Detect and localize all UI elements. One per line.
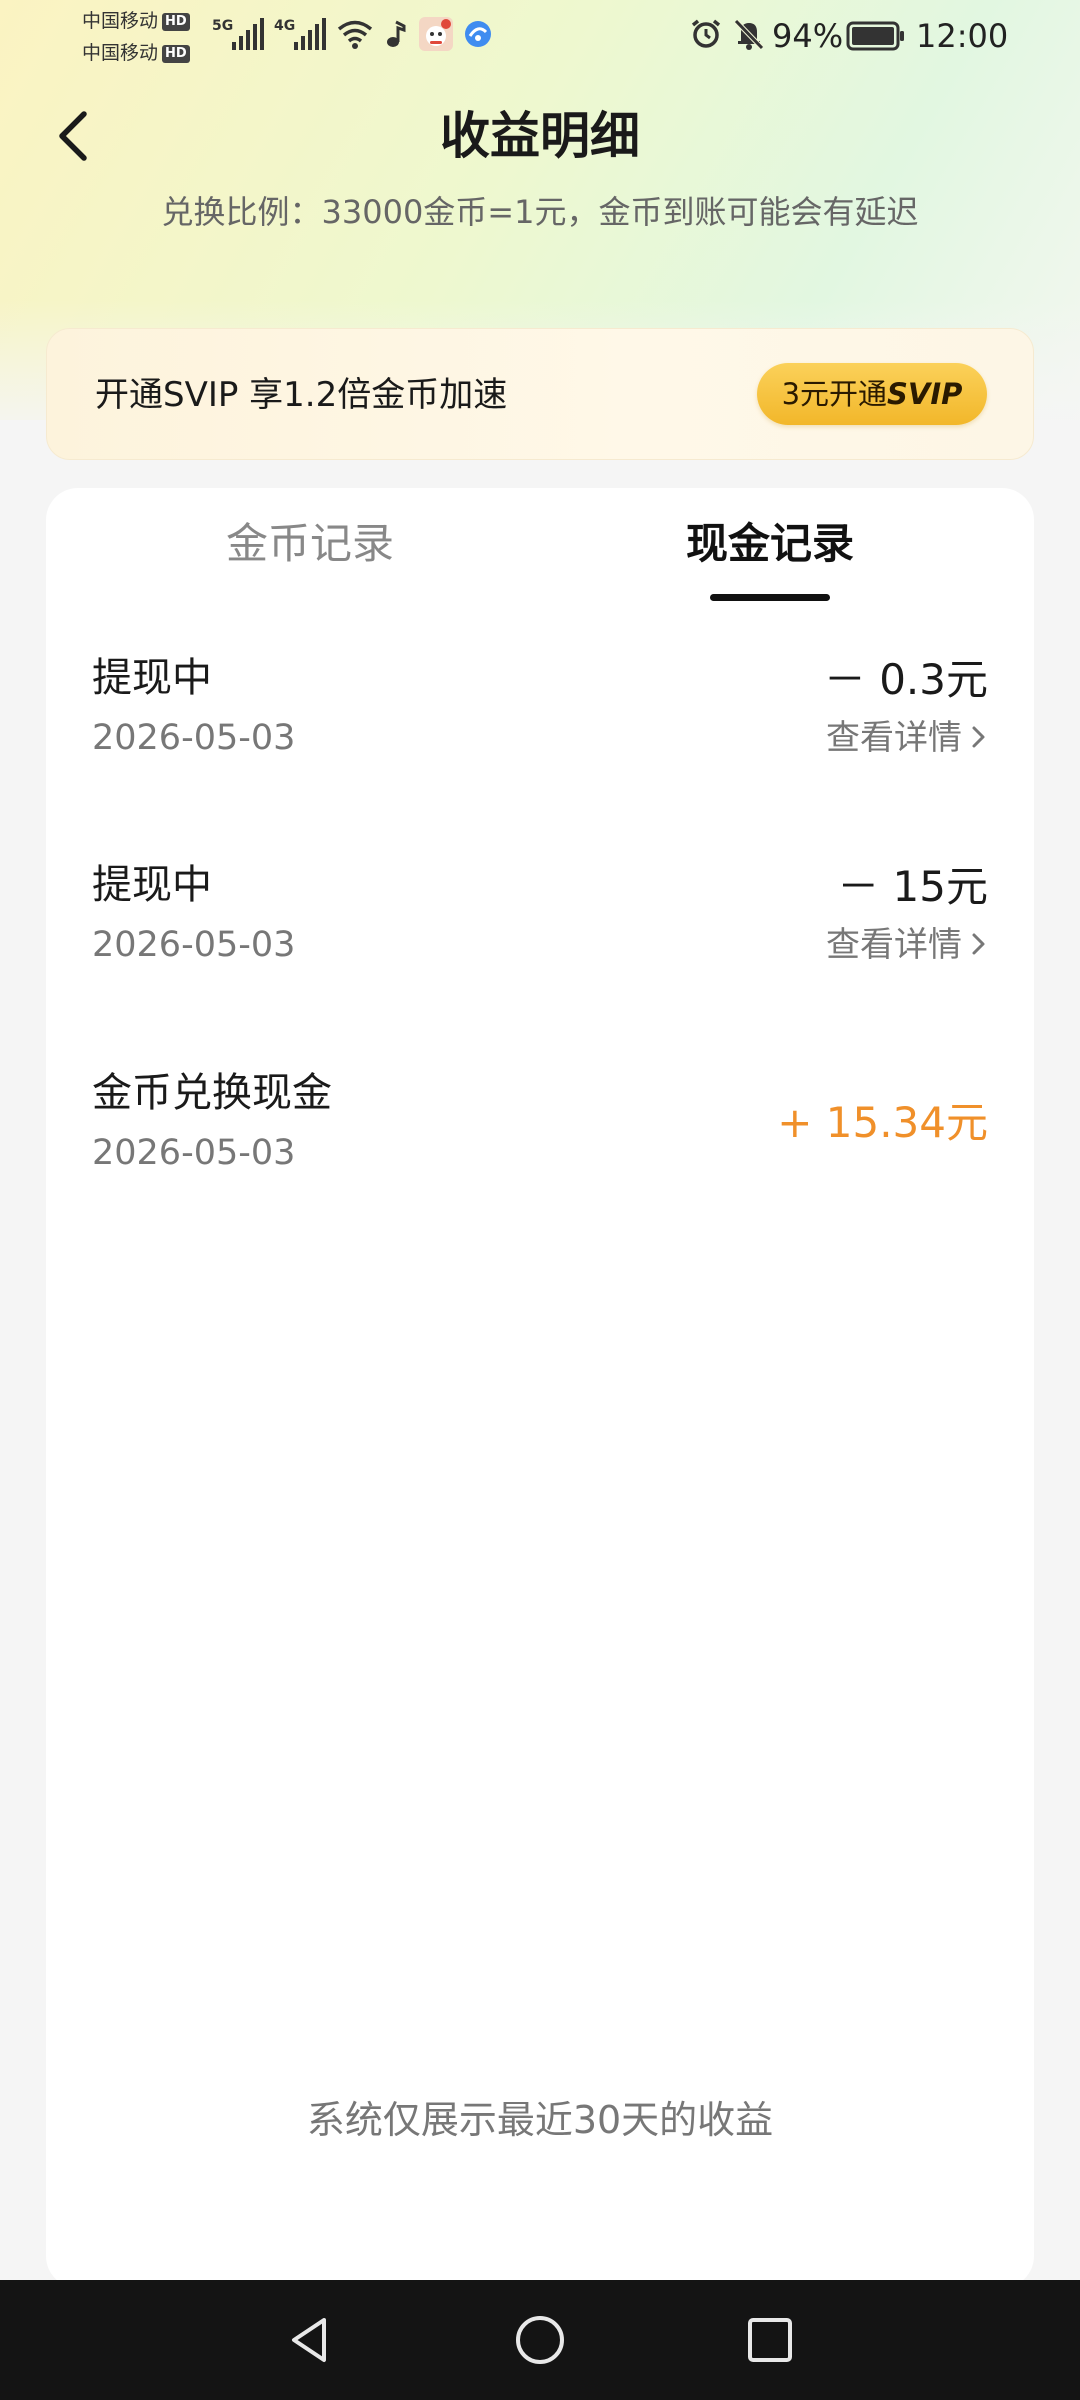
chevron-right-icon xyxy=(972,726,985,748)
clock: 12:00 xyxy=(916,17,1009,55)
hd-badge-2: HD xyxy=(162,45,190,63)
open-svip-button[interactable]: 3元开通SVIP xyxy=(757,363,987,425)
view-details-link[interactable]: 查看详情 xyxy=(826,712,988,764)
app-notification-icon xyxy=(419,17,453,51)
record-amount: － 15元 xyxy=(837,862,988,911)
view-details-link[interactable]: 查看详情 xyxy=(826,919,988,971)
chevron-right-icon xyxy=(972,933,985,955)
exchange-rate-note: 兑换比例：33000金币=1元，金币到账可能会有延迟 xyxy=(161,193,919,231)
battery-percent: 94% xyxy=(772,17,844,55)
mute-bell-icon xyxy=(734,19,764,50)
svip-button-strong: SVIP xyxy=(887,377,963,411)
carrier-1: 中国移动 HD xyxy=(82,8,190,34)
svip-banner: 开通SVIP 享1.2倍金币加速 3元开通SVIP xyxy=(46,328,1034,460)
footer-note: 系统仅展示最近30天的收益 xyxy=(306,2098,774,2142)
home-circle-icon xyxy=(516,2316,564,2364)
svip-button-prefix: 3元开通 xyxy=(781,377,888,411)
hd-badge-1: HD xyxy=(162,13,190,31)
music-note-icon xyxy=(387,20,406,47)
network-1-label: 5G xyxy=(212,18,233,34)
browser-notification-icon xyxy=(465,21,491,47)
record-date: 2026-05-03 xyxy=(92,1133,296,1173)
nav-home-button[interactable] xyxy=(510,2310,570,2370)
page-title: 收益明细 xyxy=(440,107,640,165)
carrier-1-label: 中国移动 xyxy=(82,10,159,32)
active-tab-indicator xyxy=(710,594,830,601)
carrier-2-label: 中国移动 xyxy=(82,42,159,64)
svip-promo-text: 开通SVIP 享1.2倍金币加速 xyxy=(95,375,508,415)
list-item: 提现中 2026-05-03 － 0.3元 查看详情 xyxy=(46,648,1034,818)
signal-5g-icon: 5G xyxy=(212,18,264,50)
alarm-icon xyxy=(691,19,721,48)
wifi-icon xyxy=(337,20,373,49)
back-triangle-icon xyxy=(292,2318,326,2362)
nav-back-button[interactable] xyxy=(280,2310,340,2370)
record-amount: + 15.34元 xyxy=(777,1098,988,1147)
record-title: 提现中 xyxy=(92,862,212,908)
network-2-label: 4G xyxy=(274,18,295,34)
page: 中国移动 HD 中国移动 HD 5G 4G 94% 12:00 收益明细 兑换比… xyxy=(0,0,1080,2400)
record-title: 提现中 xyxy=(92,655,212,701)
list-item: 提现中 2026-05-03 － 15元 查看详情 xyxy=(46,855,1034,1025)
tab-cash-records[interactable]: 现金记录 xyxy=(620,508,920,580)
record-title: 金币兑换现金 xyxy=(92,1070,332,1116)
signal-4g-icon: 4G xyxy=(274,18,326,50)
records-card: 金币记录 现金记录 提现中 2026-05-03 － 0.3元 查看详情 提现中… xyxy=(46,488,1034,2288)
list-item: 金币兑换现金 2026-05-03 + 15.34元 xyxy=(46,1063,1034,1233)
recents-square-icon xyxy=(748,2318,792,2362)
record-amount: － 0.3元 xyxy=(823,655,988,704)
record-date: 2026-05-03 xyxy=(92,925,296,965)
nav-recents-button[interactable] xyxy=(740,2310,800,2370)
view-details-label: 查看详情 xyxy=(826,925,962,965)
tab-coin-records[interactable]: 金币记录 xyxy=(160,508,460,580)
battery-icon xyxy=(846,21,904,51)
view-details-label: 查看详情 xyxy=(826,718,962,758)
carrier-2: 中国移动 HD xyxy=(82,40,190,66)
system-navigation-bar xyxy=(0,2280,1080,2400)
status-bar: 中国移动 HD 中国移动 HD 5G 4G 94% 12:00 xyxy=(0,0,1080,72)
record-date: 2026-05-03 xyxy=(92,718,296,758)
